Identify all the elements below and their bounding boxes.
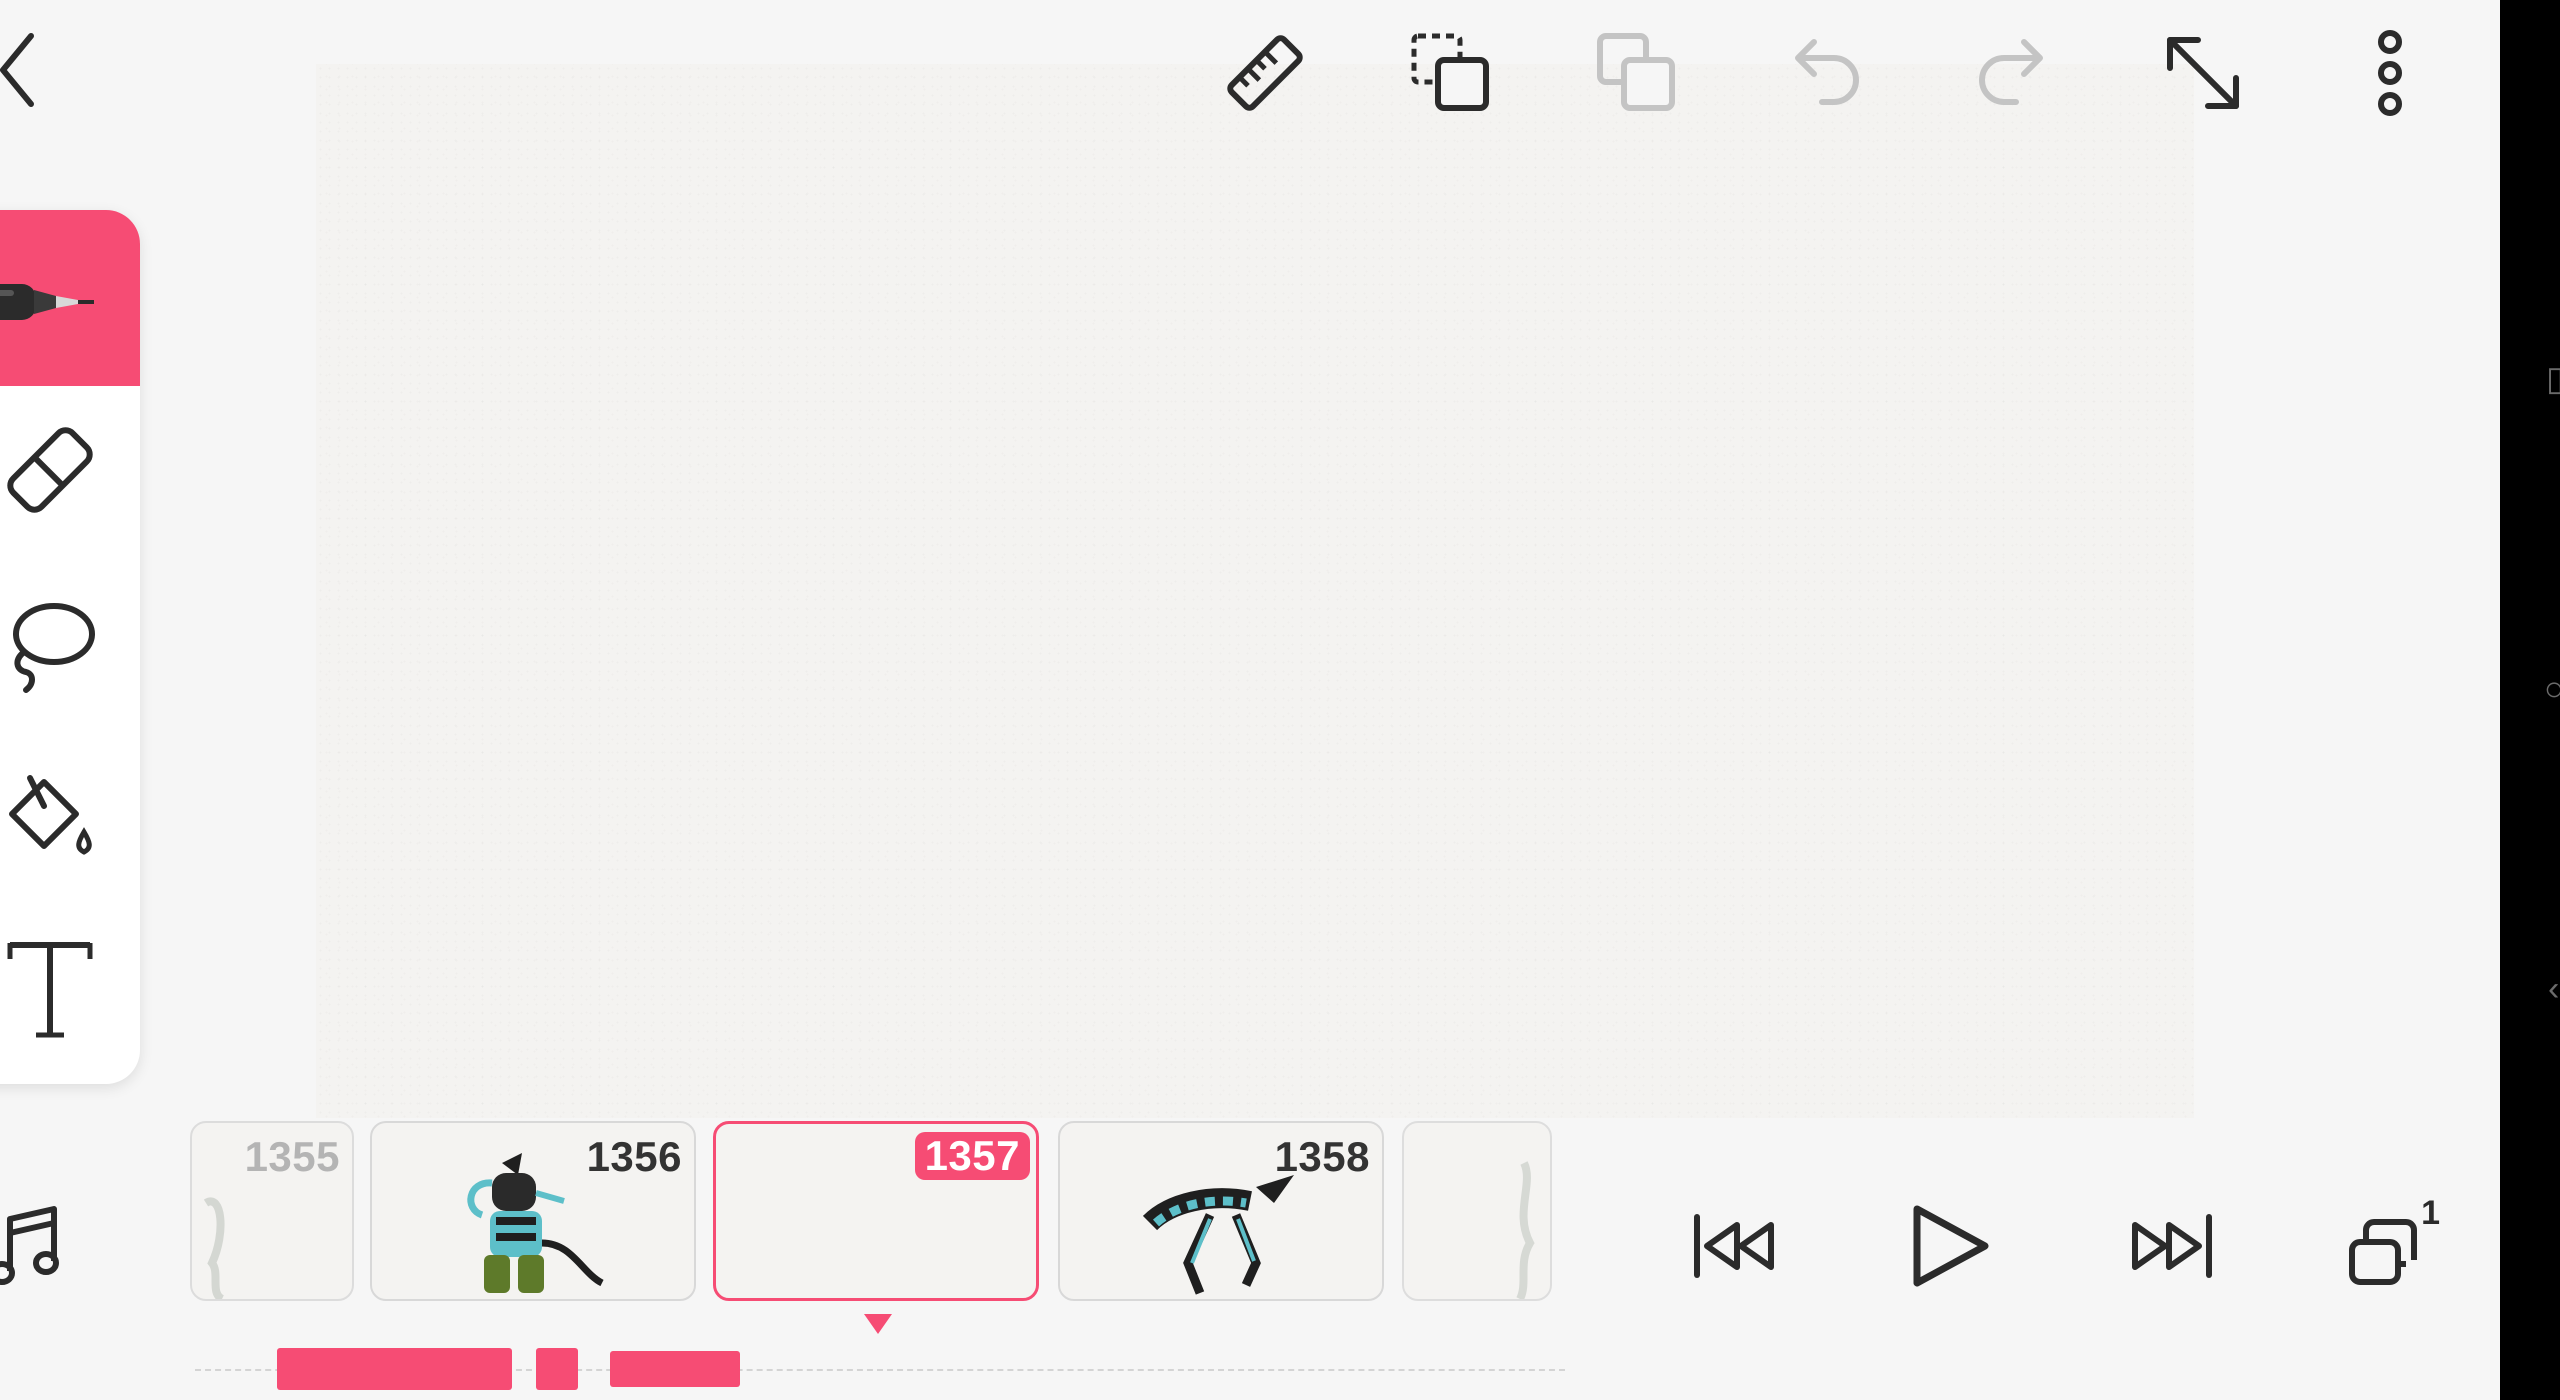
expand-icon [2167, 37, 2239, 109]
tool-text[interactable] [0, 940, 100, 1040]
frame-drawing [1516, 1161, 1535, 1299]
tool-panel [0, 210, 140, 1084]
audio-waveform [536, 1348, 578, 1390]
ruler-icon [1227, 35, 1303, 111]
tool-fill[interactable] [0, 770, 100, 870]
layers-button[interactable]: 1 [2344, 1194, 2444, 1296]
ruler-button[interactable] [1222, 30, 1308, 116]
audio-waveform [610, 1351, 740, 1387]
text-icon [7, 942, 93, 1038]
duplicate-icon [1597, 33, 1675, 111]
frame-number: 1356 [586, 1133, 682, 1180]
more-icon [2378, 30, 2402, 116]
frame-thumbnail-current[interactable]: 1357 [713, 1121, 1039, 1301]
skip-to-start-icon [1694, 1214, 1774, 1278]
skip-to-start-button[interactable] [1684, 1206, 1784, 1286]
frame-number: 1357 [914, 1132, 1030, 1180]
frame-number: 1355 [244, 1133, 340, 1180]
animation-app: 1355 1356 1357 1358 1 [0, 0, 2500, 1400]
back-button[interactable] [0, 30, 50, 110]
tool-pen[interactable] [0, 210, 140, 386]
expand-button[interactable] [2160, 30, 2246, 116]
play-button[interactable] [1898, 1196, 1998, 1296]
tool-eraser[interactable] [0, 420, 100, 520]
eraser-icon [7, 427, 93, 513]
undo-button[interactable] [1782, 30, 1868, 116]
back-icon [0, 33, 34, 107]
recents-icon[interactable]: ▯ [2546, 362, 2560, 396]
undo-icon [1795, 39, 1859, 105]
skip-to-end-button[interactable] [2122, 1206, 2222, 1286]
duplicate-button[interactable] [1594, 30, 1680, 116]
frame-number: 1358 [1274, 1133, 1370, 1180]
system-navigation-edge: ▯ ○ ‹ [2500, 0, 2560, 1400]
home-icon[interactable]: ○ [2544, 672, 2560, 706]
fill-bucket-icon [9, 775, 92, 855]
frame-thumbnail[interactable]: 1358 [1058, 1121, 1384, 1301]
copy-selection-button[interactable] [1408, 30, 1494, 116]
frame-thumbnail[interactable] [1402, 1121, 1552, 1301]
drawing-canvas[interactable] [316, 64, 2194, 1118]
audio-button[interactable] [0, 1196, 70, 1296]
music-note-icon [0, 1206, 59, 1285]
frame-thumbnail[interactable]: 1356 [370, 1121, 696, 1301]
back-nav-icon[interactable]: ‹ [2548, 972, 2559, 1006]
frame-thumbnail[interactable]: 1355 [190, 1121, 354, 1301]
pen-icon [0, 284, 94, 320]
layers-count: 1 [2421, 1194, 2440, 1232]
skip-to-end-icon [2132, 1214, 2212, 1278]
redo-icon [1979, 39, 2043, 105]
play-icon [1913, 1205, 1989, 1287]
lasso-icon [13, 603, 95, 693]
redo-button[interactable] [1970, 30, 2056, 116]
current-frame-marker [864, 1314, 892, 1334]
more-options-button[interactable] [2360, 26, 2420, 120]
tool-lasso[interactable] [0, 594, 100, 694]
copy-selection-icon [1411, 33, 1489, 111]
audio-waveform [277, 1348, 512, 1390]
